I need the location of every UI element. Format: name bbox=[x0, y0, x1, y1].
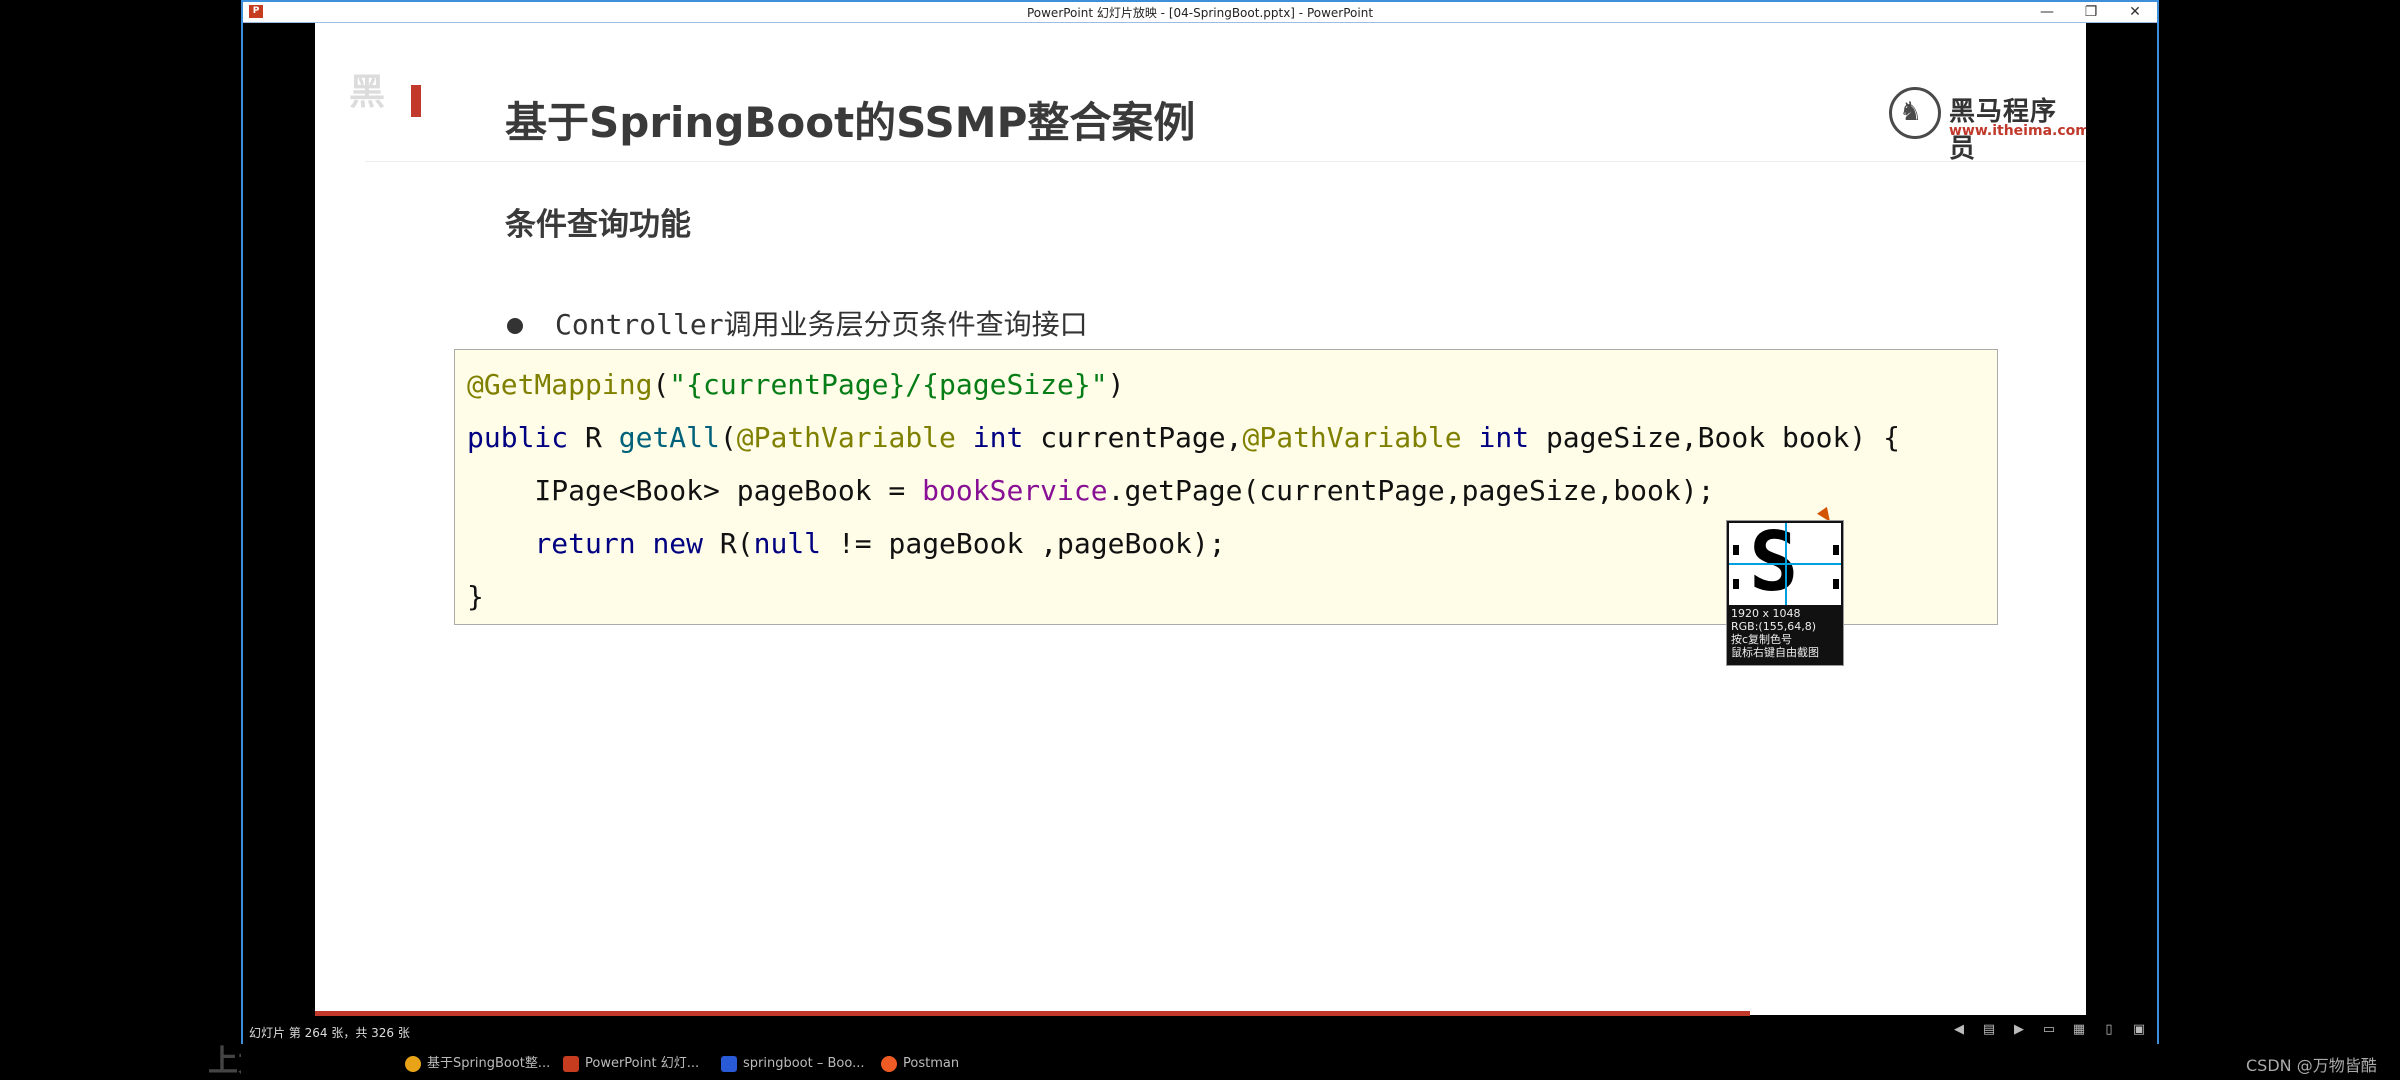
code-text: ) bbox=[1107, 368, 1125, 401]
chrome-icon bbox=[405, 1056, 421, 1072]
magnifier-resolution: 1920 x 1048 bbox=[1731, 607, 1801, 620]
minimize-button[interactable]: — bbox=[2025, 2, 2069, 22]
code-annotation: @PathVariable bbox=[736, 421, 956, 454]
code-text: ( bbox=[652, 368, 670, 401]
taskbar-item-chrome[interactable]: 基于SpringBoot整... bbox=[401, 1052, 550, 1076]
code-keyword: int bbox=[1478, 421, 1530, 454]
slide-title: 基于SpringBoot的SSMP整合案例 bbox=[505, 98, 1196, 147]
code-line-5: } bbox=[467, 580, 484, 613]
csdn-watermark: CSDN @万物皆酷 bbox=[2246, 1056, 2377, 1075]
magnified-pixel bbox=[1833, 545, 1839, 555]
title-bar: P PowerPoint 幻灯片放映 - [04-SpringBoot.pptx… bbox=[243, 2, 2157, 23]
code-keyword: int bbox=[972, 421, 1024, 454]
slide-progress-track bbox=[315, 1011, 2086, 1021]
powerpoint-icon bbox=[563, 1056, 579, 1072]
code-line-1: @GetMapping("{currentPage}/{pageSize}") bbox=[467, 368, 1124, 401]
next-icon[interactable]: ▶ bbox=[2011, 1022, 2027, 1038]
prev-icon[interactable]: ◀ bbox=[1951, 1022, 1967, 1038]
itheima-logo: ♞ 黑马程序员 www.itheima.com bbox=[1889, 83, 2086, 164]
intellij-icon bbox=[721, 1056, 737, 1072]
code-method: getAll bbox=[618, 421, 720, 454]
code-annotation: @PathVariable bbox=[1242, 421, 1462, 454]
code-text: IPage<Book> pageBook = bbox=[467, 474, 923, 507]
taskbar-item-intellij[interactable]: springboot – Boo... bbox=[717, 1052, 865, 1076]
taskbar-item-postman[interactable]: Postman bbox=[877, 1052, 959, 1076]
code-line-4: return new R(null != pageBook ,pageBook)… bbox=[467, 527, 1226, 560]
taskbar-label: 基于SpringBoot整... bbox=[427, 1056, 551, 1071]
code-text: currentPage, bbox=[1023, 421, 1243, 454]
code-text: R bbox=[568, 421, 619, 454]
code-field: bookService bbox=[922, 474, 1108, 507]
magnifier-hint-capture: 鼠标右键自由截图 bbox=[1731, 646, 1819, 659]
logo-url: www.itheima.com bbox=[1949, 123, 2086, 139]
section-subtitle: 条件查询功能 bbox=[505, 207, 691, 243]
watermark-text: 黑 bbox=[349, 72, 386, 113]
reading-view-icon[interactable]: ▯ bbox=[2101, 1022, 2117, 1038]
normal-view-icon[interactable]: ▭ bbox=[2041, 1022, 2057, 1038]
code-annotation: @GetMapping bbox=[467, 368, 653, 401]
menu-icon[interactable]: ▤ bbox=[1981, 1022, 1997, 1038]
slideshow-area[interactable]: 黑 基于SpringBoot的SSMP整合案例 ♞ 黑马程序员 www.ithe… bbox=[243, 23, 2157, 1021]
taskbar-label: springboot – Boo... bbox=[743, 1056, 865, 1071]
magnified-pixel bbox=[1733, 579, 1739, 589]
color-picker-magnifier: S 1920 x 1048 RGB:(155,64,8) 按c复制色号 鼠标右键… bbox=[1726, 520, 1844, 666]
taskbar: 基于SpringBoot整... PowerPoint 幻灯... spring… bbox=[241, 1044, 2159, 1080]
crosshair-vertical bbox=[1785, 523, 1787, 605]
bullet-text: Controller调用业务层分页条件查询接口 bbox=[555, 308, 1088, 341]
code-text: R( bbox=[703, 527, 754, 560]
code-keyword: return bbox=[534, 527, 636, 560]
code-keyword: public bbox=[467, 421, 569, 454]
magnified-pixel bbox=[1733, 545, 1739, 555]
magnifier-info: 1920 x 1048 RGB:(155,64,8) 按c复制色号 鼠标右键自由… bbox=[1731, 607, 1819, 659]
magnified-pixel bbox=[1833, 579, 1839, 589]
title-accent-bar bbox=[411, 85, 421, 117]
bullet-dot bbox=[507, 318, 523, 334]
horse-icon: ♞ bbox=[1899, 97, 1923, 127]
code-keyword: null bbox=[753, 527, 822, 560]
powerpoint-window: P PowerPoint 幻灯片放映 - [04-SpringBoot.pptx… bbox=[241, 0, 2159, 1050]
code-line-3: IPage<Book> pageBook = bookService.getPa… bbox=[467, 474, 1714, 507]
code-string: "{currentPage}/{pageSize}" bbox=[669, 368, 1108, 401]
code-text: != pageBook ,pageBook); bbox=[821, 527, 1226, 560]
status-bar: 幻灯片 第 264 张，共 326 张 ◀ ▤ ▶ ▭ ▦ ▯ ▣ bbox=[243, 1016, 2157, 1046]
sorter-view-icon[interactable]: ▦ bbox=[2071, 1022, 2087, 1038]
window-title: PowerPoint 幻灯片放映 - [04-SpringBoot.pptx] … bbox=[1026, 6, 1374, 20]
status-controls: ◀ ▤ ▶ ▭ ▦ ▯ ▣ bbox=[1951, 1022, 2147, 1038]
postman-icon bbox=[881, 1056, 897, 1072]
slide[interactable]: 黑 基于SpringBoot的SSMP整合案例 ♞ 黑马程序员 www.ithe… bbox=[315, 23, 2086, 1015]
magnifier-rgb: RGB:(155,64,8) bbox=[1731, 620, 1816, 633]
magnifier-hint-copy: 按c复制色号 bbox=[1731, 633, 1793, 646]
restore-button[interactable]: ❐ bbox=[2069, 2, 2113, 22]
code-text: .getPage(currentPage,pageSize,book); bbox=[1107, 474, 1715, 507]
close-button[interactable]: ✕ bbox=[2113, 2, 2157, 22]
code-text: ( bbox=[719, 421, 737, 454]
taskbar-label: PowerPoint 幻灯... bbox=[585, 1056, 700, 1071]
code-line-2: public R getAll(@PathVariable int curren… bbox=[467, 421, 1900, 454]
magnifier-view: S bbox=[1729, 523, 1841, 605]
title-divider bbox=[365, 161, 2086, 162]
code-text: pageSize,Book book) { bbox=[1529, 421, 1900, 454]
slideshow-icon[interactable]: ▣ bbox=[2131, 1022, 2147, 1038]
code-keyword: new bbox=[652, 527, 704, 560]
taskbar-item-powerpoint[interactable]: PowerPoint 幻灯... bbox=[559, 1052, 699, 1076]
taskbar-label: Postman bbox=[903, 1056, 960, 1071]
